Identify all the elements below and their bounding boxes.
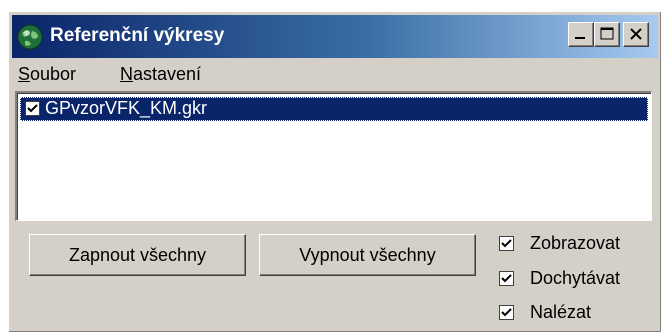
- list-item[interactable]: GPvzorVFK_KM.gkr: [20, 97, 648, 121]
- menu-soubor-rest: oubor: [30, 64, 77, 84]
- window-title: Referenční výkresy: [50, 25, 225, 46]
- checkmark-icon: [501, 308, 512, 317]
- show-checkbox[interactable]: [499, 236, 514, 251]
- minimize-button[interactable]: [568, 22, 594, 47]
- show-label: Zobrazovat: [530, 233, 621, 253]
- minimize-icon: [575, 37, 585, 39]
- menu-soubor[interactable]: Soubor: [18, 64, 76, 85]
- title-bar[interactable]: Referenční výkresy: [12, 15, 658, 58]
- close-button[interactable]: [623, 22, 649, 47]
- maximize-icon: [600, 27, 614, 40]
- list-item-checkbox[interactable]: [25, 101, 40, 116]
- list-item-label: GPvzorVFK_KM.gkr: [45, 98, 208, 118]
- close-icon: [630, 28, 642, 40]
- menu-nastaveni[interactable]: Nastavení: [120, 64, 201, 85]
- menu-bar: Soubor Nastavení: [12, 59, 658, 91]
- reference-drawings-window: Referenční výkresy Soubor Nastavení GPvz…: [8, 11, 661, 332]
- find-checkbox[interactable]: [499, 305, 514, 320]
- checkmark-icon: [501, 274, 512, 283]
- disable-all-button[interactable]: Vypnout všechny: [259, 234, 476, 276]
- maximize-button[interactable]: [594, 22, 620, 47]
- globe-icon: [16, 23, 44, 51]
- checkmark-icon: [501, 239, 512, 248]
- snap-label: Dochytávat: [530, 268, 621, 288]
- checkmark-icon: [27, 104, 38, 113]
- reference-drawings-list[interactable]: GPvzorVFK_KM.gkr: [15, 91, 652, 221]
- menu-nastaveni-accel: N: [120, 64, 133, 84]
- menu-soubor-accel: S: [18, 64, 31, 84]
- menu-nastaveni-rest: astavení: [133, 64, 202, 84]
- snap-checkbox[interactable]: [499, 271, 514, 286]
- enable-all-button[interactable]: Zapnout všechny: [29, 234, 246, 276]
- find-label: Nalézat: [530, 302, 592, 322]
